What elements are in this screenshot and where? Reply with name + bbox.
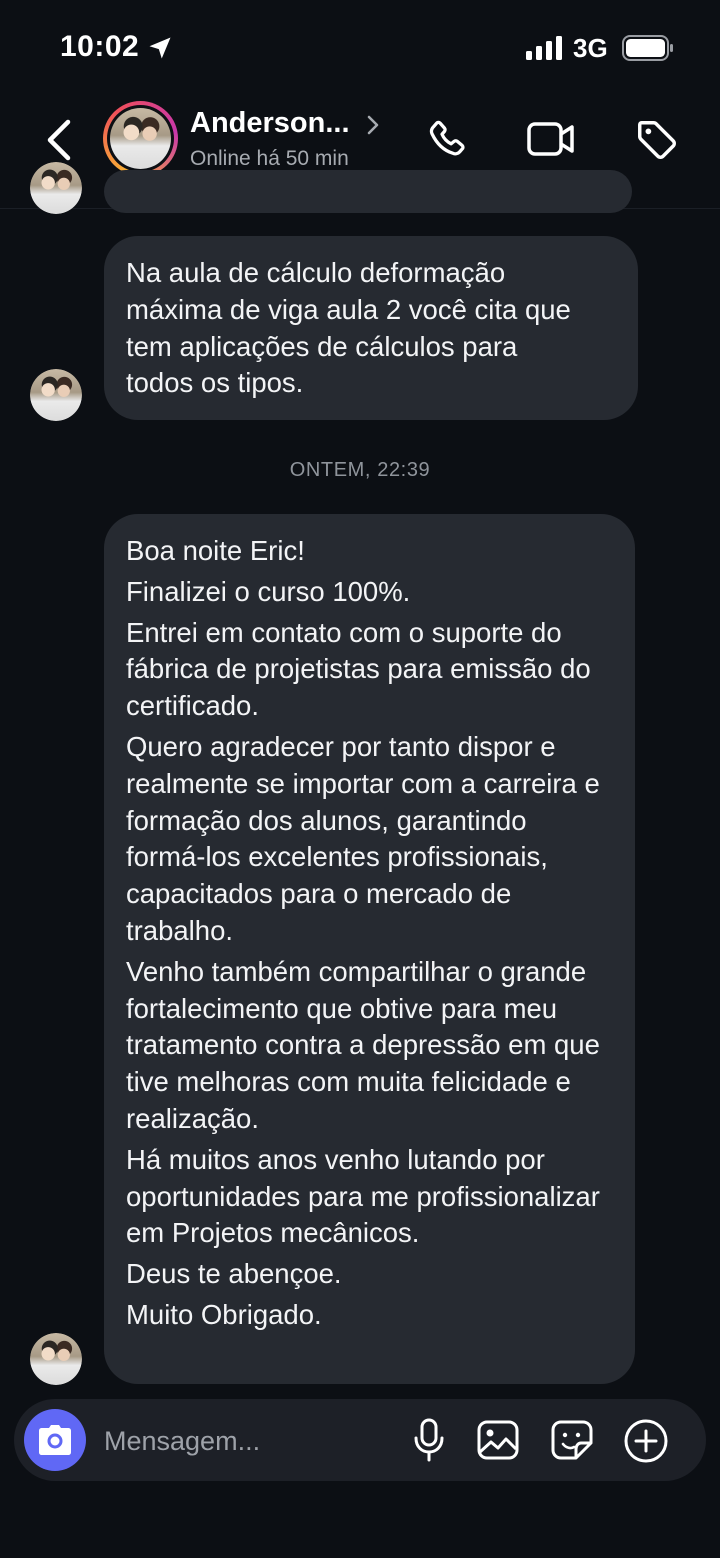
message-input[interactable] [104, 1421, 394, 1461]
gallery-icon[interactable] [476, 1419, 520, 1461]
contact-status: Online há 50 min [190, 147, 349, 170]
camera-icon [39, 1425, 71, 1455]
camera-button[interactable] [24, 1409, 86, 1471]
sticker-icon[interactable] [550, 1419, 594, 1461]
phone-icon[interactable] [424, 117, 470, 163]
message-line: máxima de viga aula 2 você cita que [126, 293, 571, 325]
tag-icon[interactable] [634, 117, 680, 163]
home-indicator-area [0, 1481, 720, 1558]
microphone-icon[interactable] [412, 1418, 446, 1462]
battery-icon [622, 35, 673, 61]
location-arrow-icon [149, 37, 171, 59]
contact-name[interactable]: Anderson... [190, 107, 350, 140]
video-camera-icon[interactable] [526, 119, 576, 159]
contact-avatar[interactable] [103, 101, 178, 176]
message-line: todos os tipos. [126, 367, 304, 399]
status-time: 10:02 [60, 30, 140, 63]
message-line: Na aula de cálculo deformação [126, 257, 506, 288]
avatar[interactable] [30, 162, 82, 214]
status-bar: 10:02 3G [0, 0, 720, 95]
avatar[interactable] [30, 1333, 82, 1385]
message-paragraph: Deus te abençoe. [126, 1258, 342, 1290]
contact-photo [110, 108, 171, 169]
message-paragraph: Quero agradecer por tanto dispor e realm… [126, 730, 600, 946]
avatar[interactable] [30, 369, 82, 421]
message-bubble-2[interactable]: Boa noite Eric! Finalizei o curso 100%. … [104, 514, 635, 1384]
network-type: 3G [573, 33, 608, 63]
add-icon[interactable] [623, 1418, 669, 1464]
chevron-right-icon[interactable] [366, 114, 380, 136]
message-paragraph: Finalizei o curso 100%. [126, 575, 411, 607]
signal-bars-icon [526, 36, 562, 60]
message-line: tem aplicações de cálculos para [126, 330, 518, 362]
message-paragraph: Boa noite Eric! [126, 535, 305, 566]
message-paragraph: Venho também compartilhar o grande forta… [126, 955, 600, 1134]
back-chevron-icon[interactable] [40, 117, 80, 163]
message-paragraph: Muito Obrigado. [126, 1298, 322, 1330]
previous-message-bubble [104, 170, 632, 213]
message-paragraph: Entrei em contato com o suporte do fábri… [126, 616, 591, 722]
message-bubble-1[interactable]: Na aula de cálculo deformação máxima de … [104, 236, 638, 420]
timestamp: ONTEM, 22:39 [289, 459, 431, 481]
message-composer [14, 1399, 706, 1481]
message-paragraph: Há muitos anos venho lutando por oportun… [126, 1143, 600, 1249]
